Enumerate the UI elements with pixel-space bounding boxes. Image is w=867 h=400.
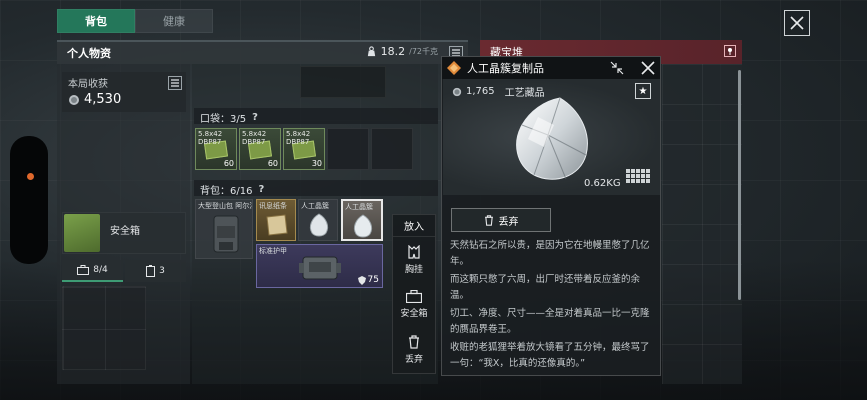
loot-amount: 4,530: [84, 92, 122, 107]
shield-icon: [357, 275, 366, 285]
ammo-label: 5.8x42 DBP87: [242, 130, 267, 146]
ammo-label: 5.8x42 DBP87: [198, 130, 223, 146]
item-label: 人工晶簇: [345, 203, 373, 211]
item-label: 人工晶簇: [301, 202, 329, 210]
weight-icon: [367, 46, 375, 57]
personal-header: 个人物资 18.2/72千克: [57, 40, 468, 64]
action-safebox-label: 安全箱: [400, 309, 428, 319]
star-icon: ★: [638, 85, 648, 97]
loot-value: 4,530: [68, 92, 121, 107]
equip-slot[interactable]: [300, 66, 386, 98]
backpack-item-note[interactable]: 讯息纸条: [256, 199, 296, 241]
armor-durability: 75: [357, 275, 379, 285]
description-line-1: 天然钻石之所以贵，是因为它在地幔里憋了几亿年。: [450, 240, 650, 267]
storage-grid[interactable]: [662, 64, 742, 384]
close-icon[interactable]: [640, 60, 656, 76]
backpack-title: 背包：6/16: [200, 186, 253, 197]
camera-dot: [27, 173, 34, 180]
size-grid-icon: [626, 169, 650, 183]
top-tabs: 背包 健康: [57, 9, 213, 33]
detail-price-value: 1,765: [466, 86, 495, 97]
device-notch: [10, 136, 48, 264]
detail-title: 人工晶簇复制品: [467, 62, 544, 75]
item-label: 标准护甲: [259, 247, 287, 255]
action-vest-label: 胸挂: [404, 264, 423, 275]
action-vest-button[interactable]: 胸挂: [393, 237, 435, 282]
pocket-ammo-slot-1[interactable]: 5.8x42 DBP87 60: [195, 128, 237, 170]
diamond-rarity-icon: [447, 61, 461, 75]
pocket-ammo-slot-3[interactable]: 5.8x42 DBP87 30: [283, 128, 325, 170]
vest-icon: [408, 244, 420, 259]
safebox-capacity-row: 8/4 3: [62, 260, 186, 282]
safebox-icon: [64, 214, 100, 252]
description-line-2: 而这颗只憋了六周，出厂时还带着反应釜的余温。: [450, 274, 641, 301]
gem-icon: [309, 213, 329, 237]
trash-icon: [409, 334, 419, 349]
gem-icon: [353, 214, 373, 238]
detail-header: 人工晶簇复制品: [442, 57, 660, 79]
pocket-help[interactable]: ?: [252, 112, 258, 123]
coin-icon: [69, 94, 79, 105]
note-icon: [266, 214, 288, 236]
description-line-4: 收赃的老狐狸举着放大镜看了五分钟，最终骂了一句：“我X，比真的还像真的。”: [450, 342, 650, 369]
pocket-header: 口袋：3/5 ?: [200, 110, 258, 125]
backpack-help[interactable]: ?: [258, 184, 264, 195]
weight-display: 18.2/72千克: [366, 45, 438, 58]
gem-image: [516, 97, 588, 180]
armor-value: 75: [367, 275, 379, 285]
description-line-3: 切工、净度、尺寸——全是对着真品一比一克隆的赝品界卷王。: [450, 308, 650, 335]
weight-current: 18.2: [380, 45, 406, 58]
close-icon: [790, 16, 804, 30]
pocket-title: 口袋：3/5: [200, 114, 247, 125]
detail-weight: 0.62KG: [584, 178, 621, 189]
ammo-label: 5.8x42 DBP87: [286, 130, 311, 146]
backpack-item-gem-2[interactable]: 人工晶簇: [341, 199, 383, 241]
battery-icon: [146, 265, 156, 277]
tab-health[interactable]: 健康: [135, 9, 213, 33]
backpack-icon: [213, 215, 239, 253]
pocket-empty-slot-4[interactable]: [327, 128, 369, 170]
tab-backpack[interactable]: 背包: [57, 9, 135, 33]
place-action-menu: 放入 胸挂 安全箱 丢弃: [392, 214, 436, 374]
ammo-count: 60: [223, 159, 234, 168]
safebox-grid[interactable]: [62, 286, 146, 370]
capacity-toolbox-value: 8/4: [93, 265, 108, 275]
personal-title: 个人物资: [67, 47, 111, 60]
pocket-empty-slot-5[interactable]: [371, 128, 413, 170]
backpack-item-gem-1[interactable]: 人工晶簇: [298, 199, 338, 241]
capacity-battery[interactable]: 3: [125, 260, 186, 282]
loot-list-icon[interactable]: [168, 76, 182, 90]
detail-discard-button[interactable]: 丢弃: [451, 208, 551, 232]
weight-max: /72千克: [409, 47, 438, 56]
ammo-count: 60: [267, 159, 278, 168]
ammo-count: 30: [311, 159, 322, 168]
action-discard-button[interactable]: 丢弃: [393, 327, 435, 372]
detail-discard-label: 丢弃: [498, 216, 519, 228]
trash-icon: [484, 214, 493, 226]
item-label: 大型登山包 阿尔法: [198, 202, 252, 210]
safebox-label: 安全箱: [110, 226, 140, 237]
item-label: 讯息纸条: [259, 202, 287, 210]
pocket-ammo-slot-2[interactable]: 5.8x42 DBP87 60: [239, 128, 281, 170]
armor-icon: [299, 256, 341, 280]
item-detail-popup: 人工晶簇复制品 1,765 工艺藏品 ★ 0.62KG 丢弃 天然钻石之所以贵，…: [441, 56, 661, 376]
backpack-item-armor[interactable]: 标准护甲 75: [256, 244, 383, 288]
location-pin-icon[interactable]: [724, 45, 736, 57]
backpack-item-bag[interactable]: 大型登山包 阿尔法: [195, 199, 253, 259]
favorite-button[interactable]: ★: [635, 83, 651, 99]
capacity-battery-value: 3: [159, 266, 165, 276]
action-safebox-button[interactable]: 安全箱: [393, 282, 435, 327]
action-menu-title: 放入: [393, 215, 435, 237]
close-button[interactable]: [784, 10, 810, 36]
storage-scrollbar[interactable]: [738, 70, 741, 300]
detail-description: 天然钻石之所以贵，是因为它在地幔里憋了几亿年。 而这颗只憋了六周，出厂时还带着反…: [450, 238, 656, 374]
coin-icon: [452, 87, 462, 96]
toolbox-icon: [406, 290, 422, 303]
backpack-header: 背包：6/16 ?: [200, 182, 264, 197]
collapse-icon[interactable]: [610, 61, 624, 75]
toolbox-icon: [77, 265, 90, 275]
capacity-toolbox[interactable]: 8/4: [62, 260, 123, 282]
action-discard-label: 丢弃: [404, 354, 423, 365]
loot-label: 本局收获: [68, 79, 108, 90]
